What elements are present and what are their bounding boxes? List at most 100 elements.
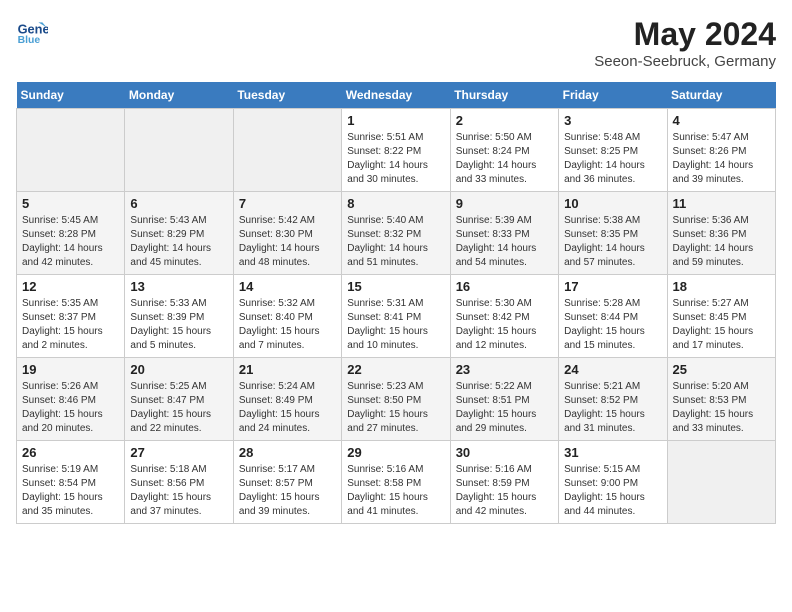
day-info: Sunrise: 5:24 AMSunset: 8:49 PMDaylight:… (239, 380, 336, 436)
day-number: 8 (347, 196, 444, 211)
calendar-cell: 2 Sunrise: 5:50 AMSunset: 8:24 PMDaylight… (450, 109, 558, 192)
day-number: 1 (347, 113, 444, 128)
weekday-header-friday: Friday (559, 82, 667, 109)
day-info: Sunrise: 5:17 AMSunset: 8:57 PMDaylight:… (239, 463, 336, 519)
day-number: 25 (673, 362, 770, 377)
day-info: Sunrise: 5:48 AMSunset: 8:25 PMDaylight:… (564, 131, 661, 187)
calendar-cell: 16 Sunrise: 5:30 AMSunset: 8:42 PMDayligh… (450, 275, 558, 358)
day-info: Sunrise: 5:18 AMSunset: 8:56 PMDaylight:… (130, 463, 227, 519)
calendar-cell: 7Sunrise: 5:42 AMSunset: 8:30 PMDaylight… (233, 192, 341, 275)
calendar-cell: 31 Sunrise: 5:15 AMSunset: 9:00 PMDayligh… (559, 441, 667, 524)
logo-icon: General Blue (16, 16, 48, 48)
week-row-2: 5Sunrise: 5:45 AMSunset: 8:28 PMDaylight… (17, 192, 776, 275)
week-row-5: 26 Sunrise: 5:19 AMSunset: 8:54 PMDayligh… (17, 441, 776, 524)
day-info: Sunrise: 5:26 AMSunset: 8:46 PMDaylight:… (22, 380, 119, 436)
calendar-cell: 24Sunrise: 5:21 AMSunset: 8:52 PMDayligh… (559, 358, 667, 441)
calendar-cell: 30 Sunrise: 5:16 AMSunset: 8:59 PMDayligh… (450, 441, 558, 524)
day-number: 2 (456, 113, 553, 128)
day-number: 3 (564, 113, 661, 128)
day-number: 7 (239, 196, 336, 211)
title-block: May 2024 Seeon-Seebruck, Germany (594, 16, 776, 70)
day-info: Sunrise: 5:32 AMSunset: 8:40 PMDaylight:… (239, 297, 336, 353)
day-number: 21 (239, 362, 336, 377)
day-info: Sunrise: 5:35 AMSunset: 8:37 PMDaylight:… (22, 297, 119, 353)
calendar-cell: 27 Sunrise: 5:18 AMSunset: 8:56 PMDayligh… (125, 441, 233, 524)
calendar-cell: 29 Sunrise: 5:16 AMSunset: 8:58 PMDayligh… (342, 441, 450, 524)
day-number: 14 (239, 279, 336, 294)
week-row-1: 1 Sunrise: 5:51 AMSunset: 8:22 PMDaylight… (17, 109, 776, 192)
calendar-cell: 25 Sunrise: 5:20 AMSunset: 8:53 PMDayligh… (667, 358, 775, 441)
day-number: 27 (130, 445, 227, 460)
day-info: Sunrise: 5:16 AMSunset: 8:58 PMDaylight:… (347, 463, 444, 519)
day-number: 6 (130, 196, 227, 211)
calendar-cell: 28Sunrise: 5:17 AMSunset: 8:57 PMDayligh… (233, 441, 341, 524)
day-number: 20 (130, 362, 227, 377)
day-info: Sunrise: 5:19 AMSunset: 8:54 PMDaylight:… (22, 463, 119, 519)
day-number: 17 (564, 279, 661, 294)
day-number: 11 (673, 196, 770, 211)
calendar-cell: 3 Sunrise: 5:48 AMSunset: 8:25 PMDaylight… (559, 109, 667, 192)
day-info: Sunrise: 5:36 AMSunset: 8:36 PMDaylight:… (673, 214, 770, 270)
day-info: Sunrise: 5:47 AMSunset: 8:26 PMDaylight:… (673, 131, 770, 187)
calendar-cell: 6 Sunrise: 5:43 AMSunset: 8:29 PMDaylight… (125, 192, 233, 275)
day-number: 12 (22, 279, 119, 294)
day-info: Sunrise: 5:43 AMSunset: 8:29 PMDaylight:… (130, 214, 227, 270)
day-info: Sunrise: 5:28 AMSunset: 8:44 PMDaylight:… (564, 297, 661, 353)
day-info: Sunrise: 5:23 AMSunset: 8:50 PMDaylight:… (347, 380, 444, 436)
day-info: Sunrise: 5:25 AMSunset: 8:47 PMDaylight:… (130, 380, 227, 436)
day-number: 29 (347, 445, 444, 460)
day-info: Sunrise: 5:22 AMSunset: 8:51 PMDaylight:… (456, 380, 553, 436)
calendar-cell: 19 Sunrise: 5:26 AMSunset: 8:46 PMDayligh… (17, 358, 125, 441)
calendar-cell: 14 Sunrise: 5:32 AMSunset: 8:40 PMDayligh… (233, 275, 341, 358)
calendar-cell: 9Sunrise: 5:39 AMSunset: 8:33 PMDaylight… (450, 192, 558, 275)
calendar-cell: 26 Sunrise: 5:19 AMSunset: 8:54 PMDayligh… (17, 441, 125, 524)
month-title: May 2024 (594, 16, 776, 53)
day-info: Sunrise: 5:30 AMSunset: 8:42 PMDaylight:… (456, 297, 553, 353)
day-number: 31 (564, 445, 661, 460)
calendar-cell (125, 109, 233, 192)
day-number: 23 (456, 362, 553, 377)
day-number: 16 (456, 279, 553, 294)
week-row-4: 19 Sunrise: 5:26 AMSunset: 8:46 PMDayligh… (17, 358, 776, 441)
calendar-cell: 21 Sunrise: 5:24 AMSunset: 8:49 PMDayligh… (233, 358, 341, 441)
calendar-cell: 22Sunrise: 5:23 AMSunset: 8:50 PMDayligh… (342, 358, 450, 441)
day-info: Sunrise: 5:20 AMSunset: 8:53 PMDaylight:… (673, 380, 770, 436)
day-number: 10 (564, 196, 661, 211)
page-header: General Blue May 2024 Seeon-Seebruck, Ge… (16, 16, 776, 70)
calendar-table: SundayMondayTuesdayWednesdayThursdayFrid… (16, 82, 776, 524)
day-number: 15 (347, 279, 444, 294)
day-info: Sunrise: 5:27 AMSunset: 8:45 PMDaylight:… (673, 297, 770, 353)
calendar-cell (667, 441, 775, 524)
day-number: 18 (673, 279, 770, 294)
weekday-header-monday: Monday (125, 82, 233, 109)
day-number: 19 (22, 362, 119, 377)
day-info: Sunrise: 5:50 AMSunset: 8:24 PMDaylight:… (456, 131, 553, 187)
day-number: 5 (22, 196, 119, 211)
calendar-cell: 5Sunrise: 5:45 AMSunset: 8:28 PMDaylight… (17, 192, 125, 275)
day-info: Sunrise: 5:21 AMSunset: 8:52 PMDaylight:… (564, 380, 661, 436)
calendar-cell: 4 Sunrise: 5:47 AMSunset: 8:26 PMDaylight… (667, 109, 775, 192)
day-info: Sunrise: 5:16 AMSunset: 8:59 PMDaylight:… (456, 463, 553, 519)
day-number: 30 (456, 445, 553, 460)
day-info: Sunrise: 5:51 AMSunset: 8:22 PMDaylight:… (347, 131, 444, 187)
weekday-header-thursday: Thursday (450, 82, 558, 109)
day-info: Sunrise: 5:15 AMSunset: 9:00 PMDaylight:… (564, 463, 661, 519)
calendar-cell: 10Sunrise: 5:38 AMSunset: 8:35 PMDayligh… (559, 192, 667, 275)
calendar-cell: 12 Sunrise: 5:35 AMSunset: 8:37 PMDayligh… (17, 275, 125, 358)
calendar-cell: 18 Sunrise: 5:27 AMSunset: 8:45 PMDayligh… (667, 275, 775, 358)
weekday-header-tuesday: Tuesday (233, 82, 341, 109)
calendar-cell: 1 Sunrise: 5:51 AMSunset: 8:22 PMDaylight… (342, 109, 450, 192)
day-number: 13 (130, 279, 227, 294)
calendar-cell: 23 Sunrise: 5:22 AMSunset: 8:51 PMDayligh… (450, 358, 558, 441)
weekday-header-saturday: Saturday (667, 82, 775, 109)
day-info: Sunrise: 5:39 AMSunset: 8:33 PMDaylight:… (456, 214, 553, 270)
weekday-header-wednesday: Wednesday (342, 82, 450, 109)
day-number: 4 (673, 113, 770, 128)
day-info: Sunrise: 5:33 AMSunset: 8:39 PMDaylight:… (130, 297, 227, 353)
calendar-cell: 13 Sunrise: 5:33 AMSunset: 8:39 PMDayligh… (125, 275, 233, 358)
weekday-header-row: SundayMondayTuesdayWednesdayThursdayFrid… (17, 82, 776, 109)
calendar-cell (233, 109, 341, 192)
week-row-3: 12 Sunrise: 5:35 AMSunset: 8:37 PMDayligh… (17, 275, 776, 358)
day-number: 26 (22, 445, 119, 460)
day-info: Sunrise: 5:40 AMSunset: 8:32 PMDaylight:… (347, 214, 444, 270)
